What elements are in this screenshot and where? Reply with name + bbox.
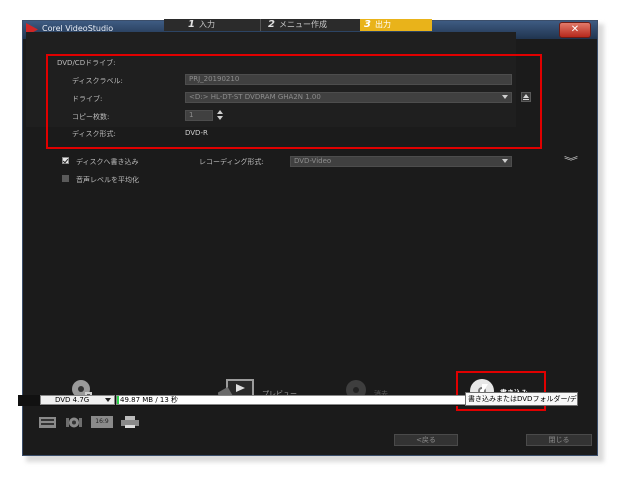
recording-format-value: DVD-Video xyxy=(294,157,332,165)
highlight-box-drive-settings xyxy=(46,54,542,149)
step-label: 出力 xyxy=(374,20,391,29)
close-button[interactable]: 閉じる xyxy=(526,434,592,446)
step-label: 入力 xyxy=(198,20,215,29)
print-icon[interactable] xyxy=(120,416,140,428)
disc-type-value: DVD 4.7G xyxy=(55,396,90,404)
chevron-down-icon xyxy=(502,159,508,163)
tab-step-menu[interactable]: 2 メニュー作成 xyxy=(268,19,360,31)
settings-icon[interactable] xyxy=(64,416,84,428)
aspect-16-9-icon[interactable]: 16:9 xyxy=(91,416,113,428)
equalize-audio-label: 音声レベルを平均化 xyxy=(76,176,139,184)
chevron-down-icon xyxy=(105,398,111,402)
step-tabs: 1 入力 2 メニュー作成 3 出力 xyxy=(164,19,432,31)
capacity-text: 49.87 MB / 13 秒 xyxy=(120,396,179,404)
tab-step-input[interactable]: 1 入力 xyxy=(188,19,258,31)
capacity-bar: 49.87 MB / 13 秒 xyxy=(116,395,484,405)
capacity-fill xyxy=(117,396,119,404)
equalize-audio-checkbox[interactable] xyxy=(62,175,69,182)
recording-format-select[interactable]: DVD-Video xyxy=(290,156,512,167)
tab-step-output[interactable]: 3 出力 xyxy=(360,19,432,31)
burn-to-disc-checkbox[interactable] xyxy=(62,157,69,164)
step-divider xyxy=(260,19,261,31)
burn-tooltip: 書き込みまたはDVDフォルダー/ディスクイメージの作成 xyxy=(465,392,578,406)
burn-to-disc-label: ディスクへ書き込み xyxy=(76,158,139,166)
disc-type-select[interactable]: DVD 4.7G xyxy=(40,395,115,405)
back-button[interactable]: <戻る xyxy=(394,434,458,446)
window-close-button[interactable]: ✕ xyxy=(559,22,591,38)
step-number: 2 xyxy=(268,19,275,30)
step-number: 1 xyxy=(188,19,195,30)
step-number: 3 xyxy=(364,19,371,30)
recording-format-label: レコーディング形式: xyxy=(199,158,264,166)
list-icon[interactable] xyxy=(38,416,58,428)
step-label: メニュー作成 xyxy=(278,20,327,29)
expand-chevron-icon[interactable]: ︾ xyxy=(564,153,578,168)
